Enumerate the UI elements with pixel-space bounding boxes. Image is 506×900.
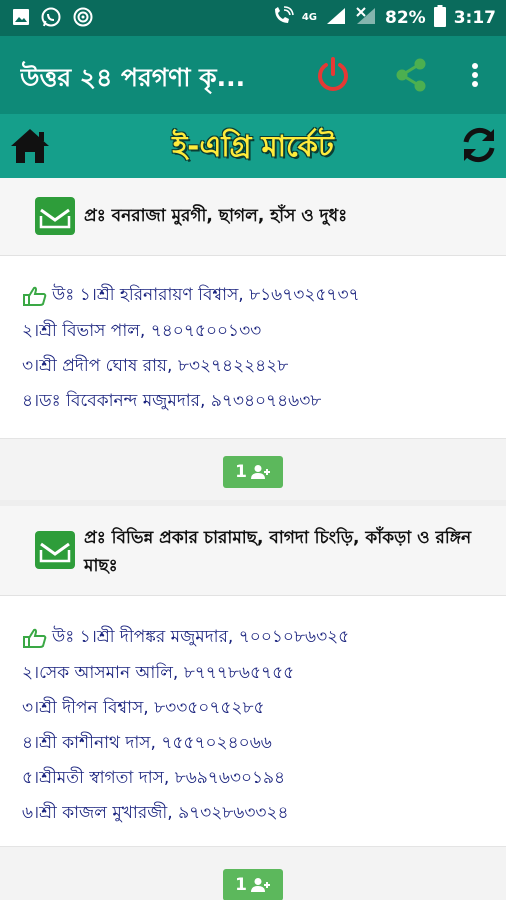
answer-text: ২।শ্রী বিভাস পাল, ৭৪০৭৫০০১৩৩ bbox=[22, 321, 262, 341]
refresh-button[interactable] bbox=[458, 124, 500, 166]
whatsapp-notification-icon bbox=[40, 6, 62, 32]
clock: 3:17 bbox=[453, 8, 496, 28]
answer-item: ৩।শ্রী দীপন বিশ্বাস, ৮৩৩৫০৭৫২৮৫ bbox=[22, 695, 265, 723]
add-answer-button[interactable]: 1 bbox=[223, 456, 283, 488]
question-card: প্রঃ বিভিন্ন প্রকার চারামাছ, বাগদা চিংড়… bbox=[0, 506, 506, 900]
answer-text: উঃ ১।শ্রী দীপঙ্কর মজুমদার, ৭০০১০৮৬৩২৫ bbox=[52, 627, 350, 647]
answer-count: 1 bbox=[235, 875, 247, 895]
no-signal-icon bbox=[355, 6, 377, 31]
add-user-icon bbox=[250, 465, 270, 479]
question-text: প্রঃ বিভিন্ন প্রকার চারামাছ, বাগদা চিংড়… bbox=[84, 528, 472, 576]
app-bar: উত্তর ২৪ পরগণা কৃ... bbox=[0, 36, 506, 114]
wifi-calling-icon bbox=[272, 5, 294, 31]
section-title: ই-এগ্রি মার্কেট bbox=[172, 129, 334, 163]
share-icon bbox=[396, 58, 426, 92]
answer-item: ৪।শ্রী কাশীনাথ দাস, ৭৫৫৭০২৪০৬৬ bbox=[22, 730, 272, 758]
power-icon bbox=[318, 57, 348, 91]
network-type-label: 4G bbox=[301, 12, 317, 23]
card-header: প্রঃ বনরাজা মুরগী, ছাগল, হাঁস ও দুধঃ bbox=[0, 178, 506, 256]
answer-text: উঃ ১।শ্রী হরিনারায়ণ বিশ্বাস, ৮১৬৭৩২৫৭৩৭ bbox=[52, 285, 360, 305]
answer-text: ৪।শ্রী কাশীনাথ দাস, ৭৫৫৭০২৪০৬৬ bbox=[22, 733, 272, 753]
refresh-icon bbox=[463, 127, 495, 163]
battery-icon bbox=[433, 4, 446, 32]
overflow-menu-button[interactable] bbox=[456, 56, 494, 94]
envelope-icon bbox=[35, 197, 75, 235]
share-button[interactable] bbox=[392, 56, 430, 94]
answer-item: উঃ ১।শ্রী দীপঙ্কর মজুমদার, ৭০০১০৮৬৩২৫ bbox=[22, 624, 349, 652]
more-vert-icon bbox=[472, 63, 478, 87]
power-button[interactable] bbox=[314, 56, 352, 94]
answer-text: ২।সেক আসমান আলি, ৮৭৭৭৮৬৫৭৫৫ bbox=[22, 663, 295, 683]
answer-text: ৪।ডঃ বিবেকানন্দ মজুমদার, ৯৭৩৪০৭৪৬৩৮ bbox=[22, 391, 322, 411]
answer-item: ৬।শ্রী কাজল মুখারজী, ৯৭৩২৮৬৩৩২৪ bbox=[22, 800, 289, 828]
question-text: প্রঃ বনরাজা মুরগী, ছাগল, হাঁস ও দুধঃ bbox=[84, 206, 348, 226]
question-card: প্রঃ বনরাজা মুরগী, ছাগল, হাঁস ও দুধঃ উঃ … bbox=[0, 178, 506, 500]
card-header: প্রঃ বিভিন্ন প্রকার চারামাছ, বাগদা চিংড়… bbox=[0, 506, 506, 596]
answer-text: ৩।শ্রী প্রদীপ ঘোষ রায়, ৮৩২৭৪২২৪২৮ bbox=[22, 356, 289, 376]
answer-item: ৪।ডঃ বিবেকানন্দ মজুমদার, ৯৭৩৪০৭৪৬৩৮ bbox=[22, 388, 321, 416]
answer-item: ২।শ্রী বিভাস পাল, ৭৪০৭৫০০১৩৩ bbox=[22, 318, 261, 346]
answer-item: ২।সেক আসমান আলি, ৮৭৭৭৮৬৫৭৫৫ bbox=[22, 660, 294, 688]
status-bar: 4G 82% 3:17 bbox=[0, 0, 506, 36]
add-user-icon bbox=[250, 878, 270, 892]
envelope-icon bbox=[35, 531, 75, 569]
answer-list: উঃ ১।শ্রী দীপঙ্কর মজুমদার, ৭০০১০৮৬৩২৫ ২।… bbox=[0, 596, 506, 846]
answer-item: উঃ ১।শ্রী হরিনারায়ণ বিশ্বাস, ৮১৬৭৩২৫৭৩৭ bbox=[22, 282, 360, 310]
section-header-bar: ই-এগ্রি মার্কেট bbox=[0, 114, 506, 178]
app-title: উত্তর ২৪ পরগণা কৃ... bbox=[20, 63, 246, 92]
card-footer: 1 bbox=[0, 846, 506, 900]
answer-item: ৩।শ্রী প্রদীপ ঘোষ রায়, ৮৩২৭৪২২৪২৮ bbox=[22, 353, 288, 381]
answer-text: ৫।শ্রীমতী স্বাগতা দাস, ৮৬৯৭৬৩০১৯৪ bbox=[22, 768, 286, 788]
battery-percent: 82% bbox=[385, 8, 426, 28]
signal-icon bbox=[325, 6, 347, 31]
answer-count: 1 bbox=[235, 462, 247, 482]
answer-item: ৫।শ্রীমতী স্বাগতা দাস, ৮৬৯৭৬৩০১৯৪ bbox=[22, 765, 285, 793]
answer-text: ৩।শ্রী দীপন বিশ্বাস, ৮৩৩৫০৭৫২৮৫ bbox=[22, 698, 265, 718]
card-footer: 1 bbox=[0, 438, 506, 500]
add-answer-button[interactable]: 1 bbox=[223, 869, 283, 900]
thumbs-up-icon bbox=[23, 286, 47, 306]
answer-text: ৬।শ্রী কাজল মুখারজী, ৯৭৩২৮৬৩৩২৪ bbox=[22, 803, 289, 823]
thumbs-up-icon bbox=[23, 628, 47, 648]
image-notification-icon bbox=[12, 8, 30, 30]
hotspot-notification-icon bbox=[72, 6, 94, 32]
answer-list: উঃ ১।শ্রী হরিনারায়ণ বিশ্বাস, ৮১৬৭৩২৫৭৩৭… bbox=[0, 256, 506, 450]
